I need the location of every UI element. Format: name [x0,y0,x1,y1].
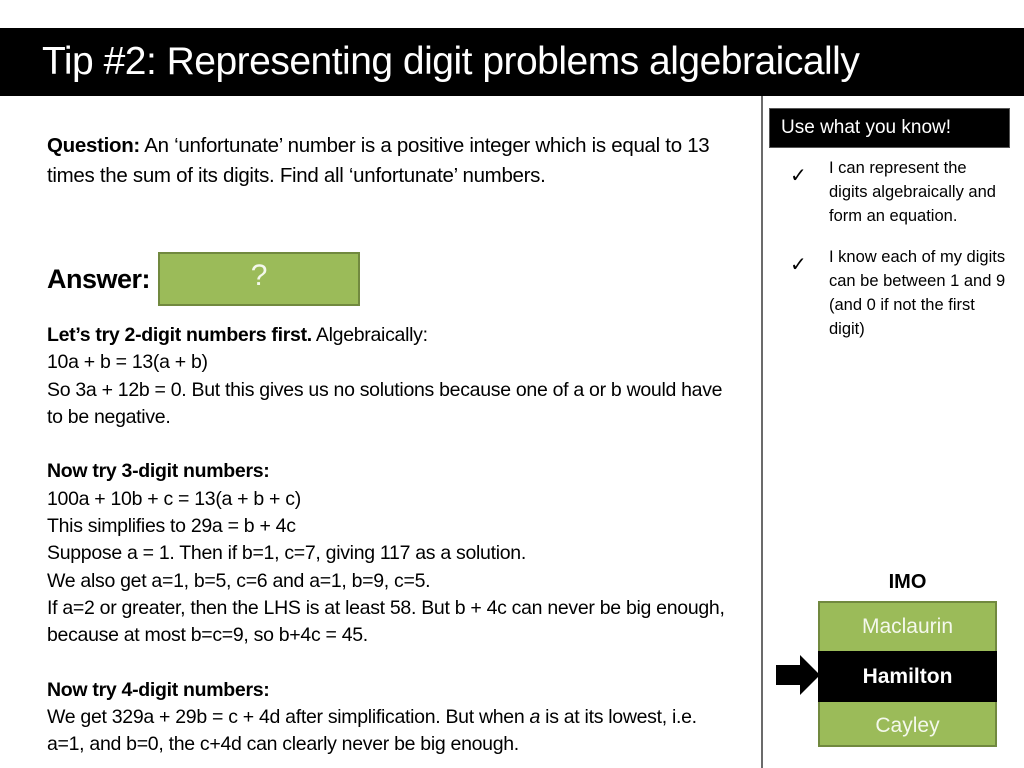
hint-text: I know each of my digits can be between … [829,248,1006,338]
question-block: Question: An ‘unfortunate’ number is a p… [47,131,717,191]
working-line: 10a + b = 13(a + b) [47,351,208,374]
three-digit-heading: Now try 3-digit numbers: [47,460,270,483]
hint-list: ✓ I can represent the digits algebraical… [786,156,1016,358]
working-line: We also get a=1, b=5, c=6 and a=1, b=9, … [47,569,431,592]
question-label: Question: [47,134,140,157]
answer-row: Answer: ? [47,251,361,307]
worked-solution: Let’s try 2-digit numbers first. Algebra… [47,322,727,759]
two-digit-heading: Let’s try 2-digit numbers first. Algebra… [47,322,727,349]
working-line: This simplifies to 29a = b + 4c [47,515,296,538]
four-digit-text-1: We get 329a + 29b = c + 4d after simplif… [47,706,530,729]
working-line: We get 329a + 29b = c + 4d after simplif… [47,704,727,759]
vertical-divider [761,96,763,768]
question-text: Question: An ‘unfortunate’ number is a p… [47,131,717,191]
two-digit-heading-bold: Let’s try 2-digit numbers first. [47,324,312,346]
hint-text: I can represent the digits algebraically… [829,159,996,225]
working-line: 100a + 10b + c = 13(a + b + c) [47,487,301,510]
hint-item: ✓ I can represent the digits algebraical… [786,156,1016,228]
check-icon: ✓ [790,254,807,276]
level-maclaurin: Maclaurin [861,615,954,638]
competition-levels: Maclaurin Hamilton Cayley [818,601,997,747]
working-line: So 3a + 12b = 0. But this gives us no so… [47,378,723,428]
four-digit-variable: a [529,706,541,729]
working-line: If a=2 or greater, then the LHS is at le… [47,596,725,647]
level-cayley: Cayley [875,714,940,737]
hint-item: ✓ I know each of my digits can be betwee… [786,245,1016,341]
answer-reveal-box[interactable]: ? [158,252,361,306]
slide-title: Tip #2: Representing digit problems alge… [0,28,1024,96]
four-digit-heading: Now try 4-digit numbers: [47,678,270,701]
answer-label: Answer: [47,263,151,294]
question-body: An ‘unfortunate’ number is a positive in… [47,134,710,187]
hint-header: Use what you know! [769,108,1010,148]
working-line: Suppose a = 1. Then if b=1, c=7, giving … [47,542,526,565]
level-hamilton: Hamilton [818,651,997,702]
check-icon: ✓ [790,165,807,187]
two-digit-heading-suffix: Algebraically: [311,324,428,346]
arrow-right-icon [776,655,820,695]
competition-title: IMO [888,571,927,593]
